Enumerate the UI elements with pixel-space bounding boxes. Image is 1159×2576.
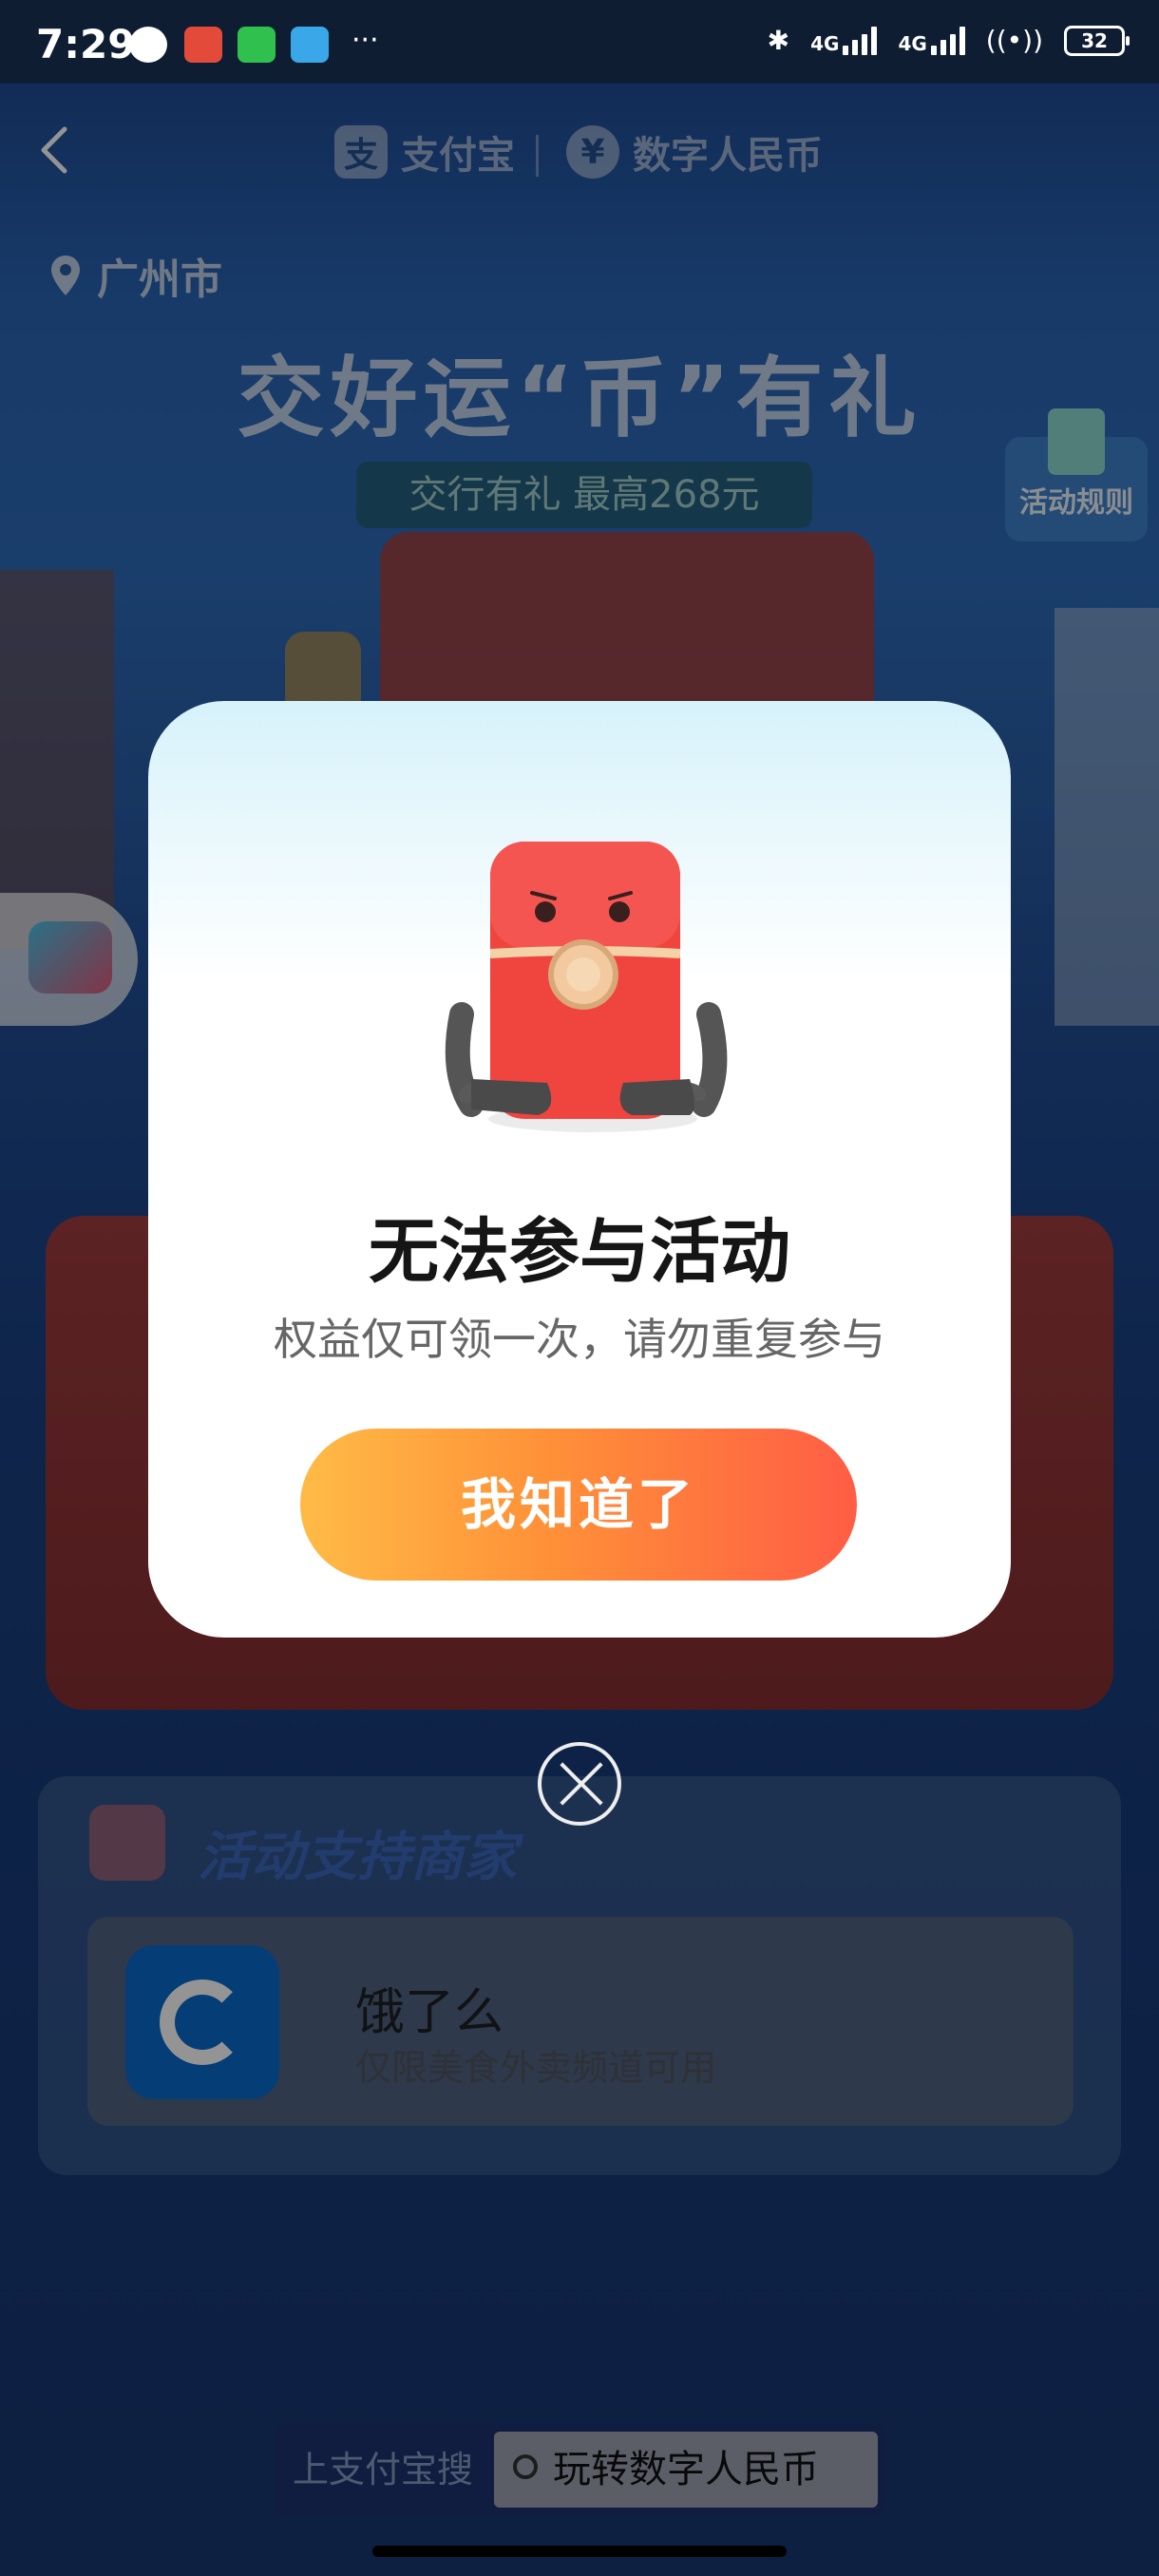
dialog-title: 无法参与活动 bbox=[369, 1211, 790, 1293]
dialog-message: 权益仅可领一次，请勿重复参与 bbox=[274, 1314, 885, 1365]
wechat-icon bbox=[238, 27, 276, 63]
screen: 支 支付宝 ¥ 数字人民币 广州市 交好运“币”有礼 交行有礼 最高268元 活… bbox=[0, 0, 1159, 2576]
signal-icon-2 bbox=[930, 26, 965, 55]
network-type-2: 4G bbox=[898, 31, 927, 55]
alarm-icon bbox=[129, 27, 167, 63]
network-type-1: 4G bbox=[810, 31, 840, 55]
confirm-button[interactable]: 我知道了 bbox=[300, 1429, 857, 1581]
red-envelope-mascot-icon bbox=[445, 842, 728, 1132]
battery-level: 32 bbox=[1081, 28, 1108, 52]
more-notifications-icon: ··· bbox=[352, 24, 379, 57]
signal-icon bbox=[843, 26, 878, 55]
status-time: 7:29 bbox=[36, 21, 136, 67]
hotspot-icon: ((•)) bbox=[985, 25, 1043, 56]
close-icon[interactable] bbox=[538, 1742, 621, 1826]
status-bar: 7:29 ··· ✱ 4G 4G ((•)) 32 bbox=[0, 0, 1159, 84]
notification-app-icon bbox=[184, 27, 222, 63]
home-indicator[interactable] bbox=[372, 2546, 787, 2557]
alert-dialog: 无法参与活动 权益仅可领一次，请勿重复参与 我知道了 bbox=[148, 701, 1011, 1638]
cloud-app-icon bbox=[291, 27, 329, 63]
bluetooth-icon: ✱ bbox=[767, 25, 790, 56]
battery-icon: 32 bbox=[1064, 25, 1130, 56]
